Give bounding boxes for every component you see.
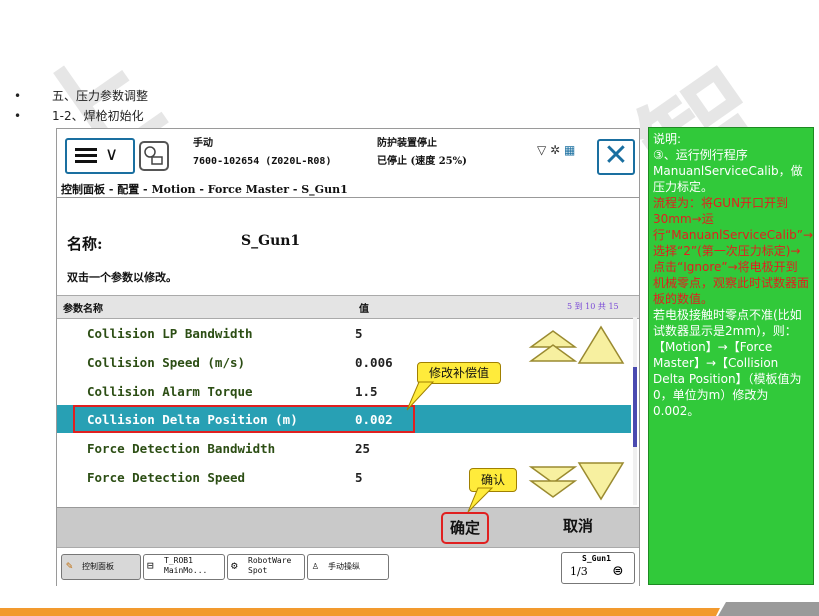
- robot-status-icon[interactable]: [139, 141, 169, 171]
- close-button[interactable]: ✕: [597, 139, 635, 175]
- taskbar-jogging[interactable]: ♙ 手动操纵: [307, 554, 389, 580]
- scrollbar[interactable]: [633, 317, 637, 505]
- safety-status: 防护装置停止: [377, 138, 437, 149]
- param-name: Collision Speed (m/s): [87, 355, 246, 370]
- explanation-note: 说明: ③、运行例行程序ManuanlServiceCalib，做压力标定。 流…: [648, 127, 814, 585]
- fraction-indicator: 1/3: [570, 565, 588, 578]
- scroll-down-buttons[interactable]: [527, 455, 627, 507]
- param-value: 5: [355, 470, 363, 485]
- task-label: 控制面板: [82, 562, 114, 571]
- note-title: 说明:: [653, 132, 682, 146]
- param-name: Collision LP Bandwidth: [87, 326, 253, 341]
- page-number: 44: [790, 592, 799, 600]
- page-down-icon[interactable]: [528, 466, 578, 498]
- run-state: 已停止 (速度 25%): [377, 156, 467, 167]
- task-label: T_ROB1: [164, 556, 193, 565]
- divider: [57, 197, 639, 198]
- param-value: 25: [355, 441, 371, 456]
- note-flow: 流程为：将GUN开口开到30mm→运行“ManuanlServiceCalib”…: [653, 196, 814, 306]
- chevron-down-icon: ∨: [105, 144, 119, 165]
- name-value: S_Gun1: [241, 233, 301, 249]
- task-label: RobotWare: [248, 556, 292, 565]
- outline-item: • 五、压力参数调整: [14, 89, 149, 103]
- scroll-up-buttons[interactable]: [527, 321, 627, 373]
- table-row[interactable]: Collision Alarm Torque 1.5: [57, 377, 631, 405]
- hamburger-icon: [75, 148, 97, 164]
- param-value: 5: [355, 326, 363, 341]
- quickset-status[interactable]: S_Gun1 1/3 ⊜: [561, 552, 635, 584]
- controller-id: 7600-102654 (Z020L-R08): [193, 156, 332, 167]
- task-label: 手动操纵: [328, 562, 360, 571]
- param-name: Force Detection Speed: [87, 470, 246, 485]
- taskbar: ✎ 控制面板 ⊟ T_ROB1 MainMo... ⚙ RobotWare Sp…: [57, 547, 639, 586]
- note-path: 【Motion】→【Force Master】→【Collision Delta…: [653, 340, 802, 418]
- callout-modify-pointer: [406, 381, 435, 411]
- column-header-value: 值: [359, 304, 369, 315]
- note-step: ③、运行例行程序ManuanlServiceCalib，做压力标定。: [653, 148, 803, 194]
- note-condition: 若电极接触时零点不准(比如试数器显示是2mm)，则：: [653, 308, 802, 338]
- ok-button[interactable]: 确定: [441, 512, 489, 544]
- jog-icon: ♙: [312, 559, 319, 572]
- wrench-icon: ✎: [66, 559, 73, 572]
- program-icon: ⊟: [147, 559, 154, 572]
- cancel-button[interactable]: 取消: [563, 515, 593, 536]
- param-value: 0.006: [355, 355, 393, 370]
- status-bar: ∨ 手动 7600-102654 (Z020L-R08) 防护装置停止 已停止 …: [57, 129, 639, 177]
- task-label: Spot: [248, 566, 268, 575]
- taskbar-rapid-task[interactable]: ⊟ T_ROB1 MainMo...: [143, 554, 225, 580]
- flexpendant-screen: ∨ 手动 7600-102654 (Z020L-R08) 防护装置停止 已停止 …: [56, 128, 640, 586]
- callout-confirm-pointer: [467, 487, 494, 513]
- scroll-up-icon[interactable]: [577, 325, 625, 364]
- page-up-icon[interactable]: [528, 330, 578, 362]
- speed-icon: ⊜: [612, 563, 624, 579]
- selection-highlight-box: [73, 405, 415, 433]
- column-header-name: 参数名称: [63, 304, 103, 315]
- breadcrumb: 控制面板 - 配置 - Motion - Force Master - S_Gu…: [61, 183, 348, 196]
- robotware-icon: ⚙: [231, 559, 238, 572]
- scrollbar-thumb[interactable]: [633, 367, 637, 447]
- taskbar-robotware[interactable]: ⚙ RobotWare Spot: [227, 554, 305, 580]
- table-header: 参数名称 值 5 到 10 共 15: [57, 295, 639, 319]
- main-menu-button[interactable]: ∨: [65, 138, 135, 174]
- operation-mode: 手动: [193, 138, 213, 149]
- page-indicator: 5 到 10 共 15: [567, 302, 619, 311]
- name-label: 名称:: [67, 235, 103, 253]
- scroll-down-icon[interactable]: [577, 462, 625, 501]
- footer-bar: [0, 602, 819, 616]
- param-name: Collision Alarm Torque: [87, 384, 253, 399]
- outline-list: • 五、压力参数调整 • 1-2、焊枪初始化: [14, 86, 148, 126]
- ethernet-icon: ▽: [537, 143, 547, 157]
- action-bar: [57, 507, 639, 548]
- system-icons[interactable]: ▽ ✲ ▦: [537, 143, 575, 157]
- grid-icon: ▦: [563, 143, 576, 157]
- instruction-text: 双击一个参数以修改。: [67, 271, 177, 284]
- taskbar-control-panel[interactable]: ✎ 控制面板: [61, 554, 141, 580]
- mechanical-unit: S_Gun1: [582, 554, 611, 563]
- outline-item: • 1-2、焊枪初始化: [14, 109, 144, 123]
- param-value: 1.5: [355, 384, 378, 399]
- param-name: Force Detection Bandwidth: [87, 441, 276, 456]
- gear-icon: ✲: [550, 143, 561, 157]
- task-label: MainMo...: [164, 566, 208, 575]
